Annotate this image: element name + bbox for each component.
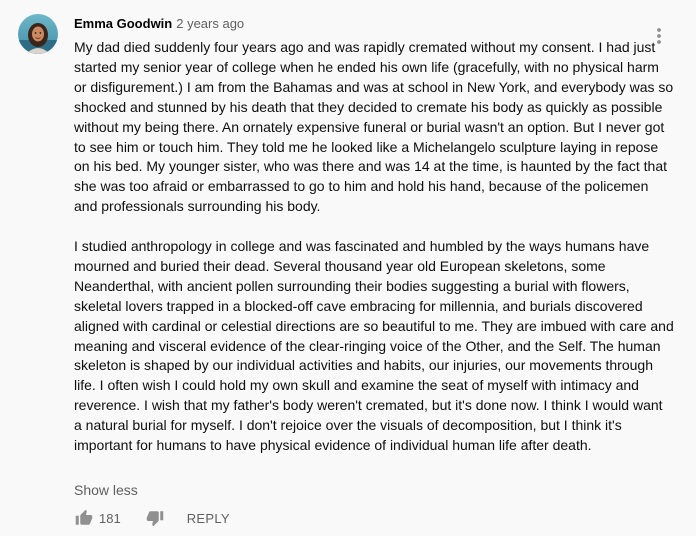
like-count: 181 (99, 510, 121, 526)
comment-paragraph: My dad died suddenly four years ago and … (74, 39, 674, 215)
comment-actions: 181 REPLY (74, 507, 230, 529)
avatar-photo (18, 14, 58, 54)
reply-button[interactable]: REPLY (187, 511, 230, 526)
comment-body: My dad died suddenly four years ago and … (74, 38, 674, 456)
thumb-up-icon (75, 509, 93, 525)
dislike-button[interactable] (145, 508, 165, 528)
like-button[interactable] (74, 508, 94, 528)
comment-timestamp[interactable]: 2 years ago (176, 16, 244, 31)
avatar[interactable] (18, 14, 58, 54)
comment-thread: Emma Goodwin 2 years ago My dad died sudd… (0, 0, 696, 536)
show-less-button[interactable]: Show less (74, 481, 138, 499)
thumb-down-icon (146, 511, 163, 527)
comment-paragraph: I studied anthropology in college and wa… (74, 238, 674, 454)
author-name[interactable]: Emma Goodwin (74, 16, 172, 31)
comment-header: Emma Goodwin 2 years ago (74, 15, 244, 33)
